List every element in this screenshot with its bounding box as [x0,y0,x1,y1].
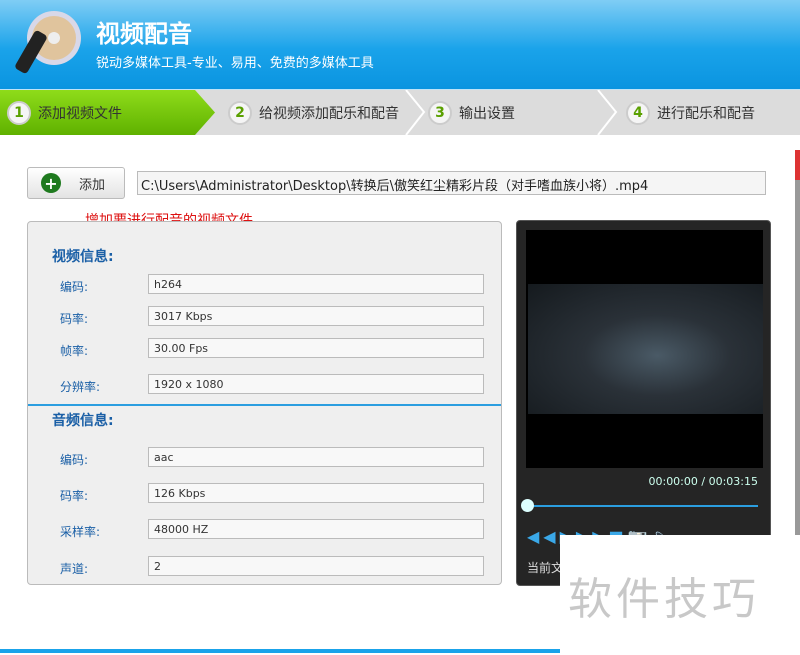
video-screen[interactable] [526,230,763,468]
rewind-icon[interactable]: ◀◀ [527,527,560,546]
resolution-field: 1920 x 1080 [148,374,484,394]
field-label: 分辨率: [60,380,101,394]
video-player: 00:00:00 / 00:03:15 ◀◀▶▶▶■📷🔈 当前文 [516,220,771,586]
file-path-input[interactable]: C:\Users\Administrator\Desktop\转换后\傲笑红尘精… [137,171,766,195]
step-bar: 1 添加视频文件 2 给视频添加配乐和配音 3 输出设置 4 进行配乐和配音 [0,89,800,135]
chevron-right-icon [597,90,618,135]
field-label: 采样率: [60,525,101,539]
field-label: 编码: [60,453,89,467]
framerate-field: 30.00 Fps [148,338,484,358]
video-codec-field: h264 [148,274,484,294]
header: 视频配音 锐动多媒体工具-专业、易用、免费的多媒体工具 [0,0,800,89]
step-number: 4 [626,100,650,125]
video-frame [528,284,763,414]
chevron-right-icon [405,90,426,135]
current-file-label: 当前文 [527,561,564,575]
video-info-heading: 视频信息: [52,249,114,265]
step-1[interactable]: 1 添加视频文件 [0,90,215,135]
step-number: 1 [7,100,31,125]
samplerate-field: 48000 HZ [148,519,484,539]
watermark-overlay: 软件技巧 [560,535,800,655]
background-window-edge [795,150,800,540]
field-label: 码率: [60,489,89,503]
app-subtitle: 锐动多媒体工具-专业、易用、免费的多媒体工具 [96,56,374,71]
field-label: 声道: [60,562,89,576]
watermark-text: 软件技巧 [568,574,760,625]
step-number: 3 [428,100,452,125]
add-label: 添加 [79,177,106,193]
add-button[interactable]: + 添加 [27,167,125,199]
app-logo-icon [15,11,81,74]
bottom-bar [0,649,560,653]
video-bitrate-field: 3017 Kbps [148,306,484,326]
step-3[interactable]: 3 输出设置 [428,90,515,135]
step-label: 输出设置 [459,105,515,122]
field-label: 帧率: [60,344,89,358]
audio-info-heading: 音频信息: [52,413,114,429]
step-label: 进行配乐和配音 [657,105,755,122]
step-label: 给视频添加配乐和配音 [259,105,399,122]
media-info-panel: 视频信息: 编码: h264 码率: 3017 Kbps 帧率: 30.00 Fps … [27,221,502,585]
step-number: 2 [228,100,252,125]
field-label: 编码: [60,280,89,294]
step-2[interactable]: 2 给视频添加配乐和配音 [228,90,399,135]
channels-field: 2 [148,556,484,576]
audio-codec-field: aac [148,447,484,467]
time-display: 00:00:00 / 00:03:15 [648,475,758,488]
app-title: 视频配音 [96,20,192,48]
divider [28,404,501,406]
step-4[interactable]: 4 进行配乐和配音 [626,90,755,135]
seek-handle[interactable] [521,499,534,512]
field-label: 码率: [60,312,89,326]
audio-bitrate-field: 126 Kbps [148,483,484,503]
seek-slider[interactable] [526,505,758,507]
step-label: 添加视频文件 [38,105,122,122]
plus-icon: + [41,173,61,193]
